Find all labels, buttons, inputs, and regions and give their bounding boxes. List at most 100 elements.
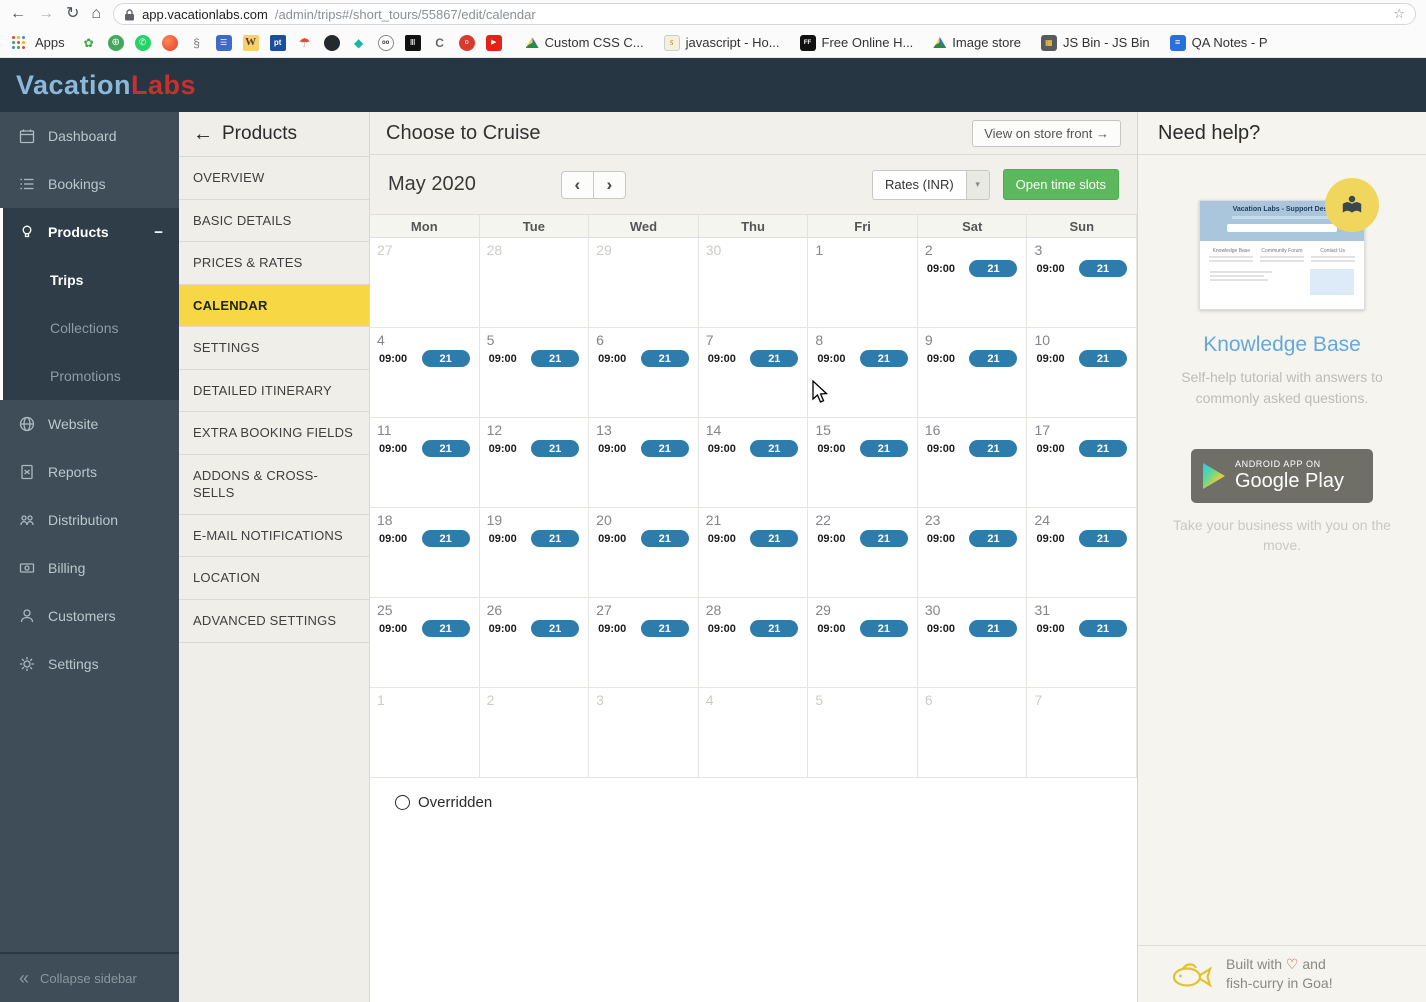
slot-availability-pill[interactable]: 21 [1079,440,1128,457]
calendar-cell-day-1[interactable]: 1 [370,688,480,778]
apps-grid-icon[interactable] [12,36,25,49]
time-slot[interactable]: 09:00 21 [480,620,589,637]
calendar-cell-day-11[interactable]: 11 09:00 21 [370,418,480,508]
gem-favicon-icon[interactable]: ◆ [351,35,367,51]
time-slot[interactable]: 09:00 21 [370,530,479,547]
bookmark-item-js-bin-js-bin[interactable]: ▦ JS Bin - JS Bin [1040,34,1150,51]
time-slot[interactable]: 09:00 21 [370,620,479,637]
slot-availability-pill[interactable]: 21 [859,440,908,457]
calendar-cell-day-1[interactable]: 1 [808,238,918,328]
youtube-favicon-icon[interactable]: ▶ [485,34,502,51]
prev-month-button[interactable]: ‹ [560,170,594,199]
vacationlabs-logo[interactable]: VacationLabs [16,70,196,101]
time-slot[interactable]: 09:00 21 [699,440,808,457]
bookmark-item-qa-notes-p[interactable]: ≡ QA Notes - P [1169,34,1268,51]
calendar-cell-day-4[interactable]: 4 [698,688,809,778]
sidebar-item-collections[interactable]: Collections [3,304,179,352]
submenu-item-basic-details[interactable]: BASIC DETAILS [179,200,369,243]
sidebar-item-customers[interactable]: Customers [0,592,179,640]
time-slot[interactable]: 09:00 21 [1027,530,1136,547]
calendar-cell-day-12[interactable]: 12 09:00 21 [479,418,590,508]
submenu-item-e-mail-notifications[interactable]: E-MAIL NOTIFICATIONS [179,515,369,558]
slot-availability-pill[interactable]: 21 [531,620,580,637]
sidebar-item-billing[interactable]: Billing [0,544,179,592]
time-slot[interactable]: 09:00 21 [699,530,808,547]
submenu-header[interactable]: ← Products [179,112,369,157]
slot-availability-pill[interactable]: 21 [750,530,799,547]
globe-favicon-icon[interactable]: ⊕ [107,34,124,51]
slot-availability-pill[interactable]: 21 [969,440,1018,457]
calendar-cell-day-21[interactable]: 21 09:00 21 [698,508,809,598]
library-favicon-icon[interactable]: ☰ [215,34,232,51]
slot-availability-pill[interactable]: 21 [421,440,470,457]
calendar-cell-day-2[interactable]: 2 [479,688,590,778]
time-slot[interactable]: 09:00 21 [589,530,698,547]
home-icon[interactable]: ⌂ [91,6,101,22]
github-favicon-icon[interactable] [323,34,340,51]
calendar-cell-day-8[interactable]: 8 09:00 21 [808,328,918,418]
knowledge-base-thumbnail[interactable]: Vacation Labs - Support Desk Knowledge B… [1199,178,1379,310]
calendar-cell-day-14[interactable]: 14 09:00 21 [698,418,809,508]
slot-availability-pill[interactable]: 21 [531,530,580,547]
calendar-cell-day-16[interactable]: 16 09:00 21 [917,418,1028,508]
slot-availability-pill[interactable]: 21 [640,620,689,637]
collapse-minus-icon[interactable]: − [154,224,163,241]
time-slot[interactable]: 09:00 21 [480,440,589,457]
submenu-item-prices-rates[interactable]: PRICES & RATES [179,242,369,285]
time-slot[interactable]: 09:00 21 [480,350,589,367]
calendar-cell-day-30[interactable]: 30 [698,238,809,328]
time-slot[interactable]: 09:00 21 [480,530,589,547]
slot-availability-pill[interactable]: 21 [1079,620,1128,637]
slot-availability-pill[interactable]: 21 [640,350,689,367]
time-slot[interactable]: 09:00 21 [1027,350,1136,367]
calendar-cell-day-28[interactable]: 28 09:00 21 [698,598,809,688]
cletter-favicon-icon[interactable]: C [432,35,448,51]
time-slot[interactable]: 09:00 21 [589,350,698,367]
target-favicon-icon[interactable]: o [458,34,475,51]
bookmark-item-free-online-h[interactable]: FF Free Online H... [799,34,913,51]
slot-availability-pill[interactable]: 21 [969,260,1018,277]
time-slot[interactable]: 09:00 21 [1027,440,1136,457]
time-slot[interactable]: 09:00 21 [370,440,479,457]
view-on-storefront-button[interactable]: View on store front → [972,119,1121,147]
slot-availability-pill[interactable]: 21 [1079,260,1128,277]
time-slot[interactable]: 09:00 21 [918,350,1027,367]
calendar-cell-day-27[interactable]: 27 09:00 21 [589,598,699,688]
time-slot[interactable]: 09:00 21 [918,260,1027,277]
sidebar-item-bookings[interactable]: Bookings [0,160,179,208]
slot-availability-pill[interactable]: 21 [750,350,799,367]
calendar-cell-day-9[interactable]: 9 09:00 21 [917,328,1028,418]
bookmark-star-icon[interactable]: ☆ [1393,6,1405,22]
time-slot[interactable]: 09:00 21 [808,620,917,637]
sidebar-item-distribution[interactable]: Distribution [0,496,179,544]
calendar-cell-day-23[interactable]: 23 09:00 21 [917,508,1028,598]
calendar-cell-day-28[interactable]: 28 [479,238,590,328]
submenu-item-detailed-itinerary[interactable]: DETAILED ITINERARY [179,370,369,413]
submenu-item-location[interactable]: LOCATION [179,557,369,601]
calendar-cell-day-15[interactable]: 15 09:00 21 [808,418,918,508]
sidebar-item-dashboard[interactable]: Dashboard [0,112,179,160]
slot-availability-pill[interactable]: 21 [859,530,908,547]
calendar-cell-day-13[interactable]: 13 09:00 21 [589,418,699,508]
bookmark-item-image-store[interactable]: Image store [933,35,1021,50]
slot-availability-pill[interactable]: 21 [421,350,470,367]
umbrella-favicon-icon[interactable]: ☂ [297,35,313,51]
time-slot[interactable]: 09:00 21 [370,350,479,367]
calendar-cell-day-24[interactable]: 24 09:00 21 [1027,508,1138,598]
slot-availability-pill[interactable]: 21 [859,350,908,367]
calendar-cell-day-17[interactable]: 17 09:00 21 [1027,418,1138,508]
calendar-cell-day-3[interactable]: 3 09:00 21 [1027,238,1138,328]
time-slot[interactable]: 09:00 21 [699,350,808,367]
wikipedia-favicon-icon[interactable]: W [242,34,259,51]
calendar-cell-day-6[interactable]: 6 09:00 21 [589,328,699,418]
url-bar[interactable]: app.vacationlabs.com/admin/trips#/short_… [113,3,1416,25]
apps-label[interactable]: Apps [35,35,65,50]
calendar-cell-day-19[interactable]: 19 09:00 21 [479,508,590,598]
sidebar-item-website[interactable]: Website [0,400,179,448]
time-slot[interactable]: 09:00 21 [808,440,917,457]
slot-availability-pill[interactable]: 21 [750,620,799,637]
section-favicon-icon[interactable]: § [189,35,205,51]
time-slot[interactable]: 09:00 21 [808,530,917,547]
calendar-cell-day-25[interactable]: 25 09:00 21 [370,598,480,688]
slot-availability-pill[interactable]: 21 [1079,530,1128,547]
